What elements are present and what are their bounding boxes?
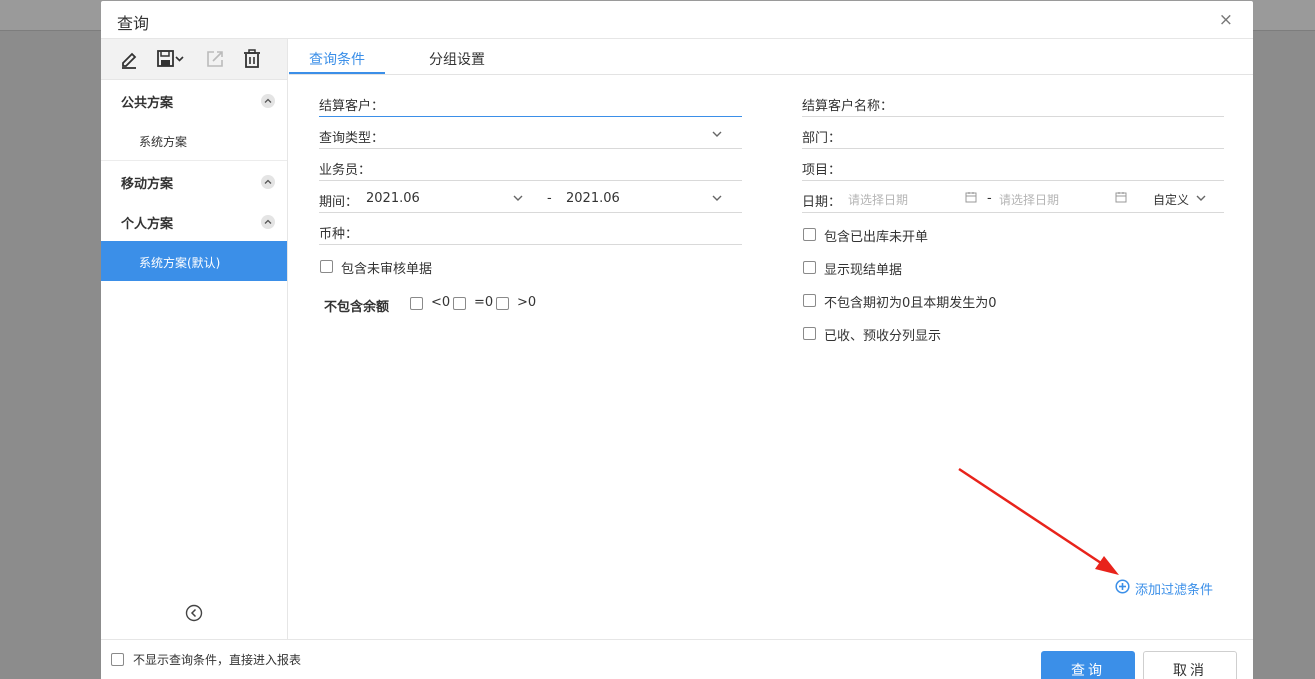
balance-gt0-checkbox[interactable] [496, 297, 509, 310]
group-mobile[interactable]: 移动方案 [101, 161, 287, 201]
period-to-select[interactable]: 2021.06 [566, 191, 620, 206]
dialog-footer: 不显示查询条件，直接进入报表 查询 取消 [101, 639, 1253, 679]
balance-eq0-checkbox[interactable] [453, 297, 466, 310]
show-cash-settled-checkbox[interactable] [803, 261, 816, 274]
scheme-item-label: 系统方案 [139, 135, 188, 149]
department-field[interactable]: 部门： [802, 119, 1224, 149]
scheme-item-system-default[interactable]: 系统方案(默认) [101, 241, 287, 281]
group-label: 移动方案 [121, 177, 174, 192]
chevron-up-icon[interactable] [261, 175, 275, 189]
checkbox-label: 包含未审核单据 [341, 262, 433, 277]
checkbox-label: >0 [517, 295, 537, 310]
edit-icon[interactable] [118, 49, 140, 69]
project-field[interactable]: 项目： [802, 151, 1224, 181]
close-icon[interactable]: × [1219, 10, 1233, 30]
scheme-item-system[interactable]: 系统方案 [101, 120, 287, 160]
checkbox-label: 已收、预收分列显示 [824, 329, 942, 344]
chevron-down-icon [712, 131, 722, 137]
tab-group-settings[interactable]: 分组设置 [429, 49, 485, 69]
salesperson-field[interactable]: 业务员： [319, 151, 742, 181]
group-personal[interactable]: 个人方案 [101, 201, 287, 241]
period-field: 期间： 2021.06 - 2021.06 [319, 183, 742, 213]
tab-query-conditions[interactable]: 查询条件 [309, 49, 365, 69]
date-to-input[interactable]: 请选择日期 [999, 191, 1059, 208]
split-received-prereceived-checkbox[interactable] [803, 327, 816, 340]
group-public[interactable]: 公共方案 [101, 80, 287, 120]
collapse-sidebar-icon[interactable] [185, 604, 203, 622]
exclude-zero-opening-checkbox[interactable] [803, 294, 816, 307]
date-separator: - [987, 191, 992, 206]
save-icon[interactable] [156, 49, 186, 69]
include-unaudited-checkbox[interactable] [320, 260, 333, 273]
checkbox-label: 不包含期初为0且本期发生为0 [824, 296, 997, 311]
chevron-down-icon [513, 195, 523, 201]
period-from-select[interactable]: 2021.06 [366, 191, 420, 206]
customer-field[interactable]: 结算客户： [319, 87, 742, 117]
add-filter-label: 添加过滤条件 [1135, 583, 1214, 598]
calendar-icon[interactable] [965, 191, 977, 203]
plus-circle-icon [1115, 579, 1130, 594]
date-from-input[interactable]: 请选择日期 [848, 191, 908, 208]
field-label: 日期： [802, 195, 842, 210]
calendar-icon[interactable] [1115, 191, 1127, 203]
query-dialog: 查询 × 公共方案 系统方案 移动方案 个人方案 系统方案(默认) 查询条件 分… [101, 1, 1253, 679]
exclude-balance-label: 不包含余额 [324, 300, 390, 315]
chevron-down-icon [712, 195, 722, 201]
currency-field[interactable]: 币种： [319, 215, 742, 245]
group-label: 公共方案 [121, 96, 174, 111]
field-label: 部门： [802, 131, 842, 146]
field-label: 结算客户名称： [802, 99, 894, 114]
active-tab-indicator [289, 72, 385, 74]
field-label: 期间： [319, 195, 359, 210]
scheme-item-label: 系统方案(默认) [139, 256, 221, 270]
checkbox-label: =0 [474, 295, 494, 310]
cancel-button[interactable]: 取消 [1143, 651, 1237, 679]
query-button[interactable]: 查询 [1041, 651, 1135, 679]
date-field: 日期： 请选择日期 - 请选择日期 自定义 [802, 183, 1224, 213]
customer-name-field[interactable]: 结算客户名称： [802, 87, 1224, 117]
field-label: 查询类型： [319, 131, 385, 146]
include-outbound-unbilled-checkbox[interactable] [803, 228, 816, 241]
date-mode-select[interactable]: 自定义 [1153, 191, 1189, 208]
checkbox-label: 包含已出库未开单 [824, 230, 929, 245]
tab-bar: 查询条件 分组设置 [289, 39, 1253, 75]
skip-query-checkbox[interactable] [111, 653, 124, 666]
checkbox-label: 显示现结单据 [824, 263, 903, 278]
delete-icon[interactable] [241, 49, 263, 69]
field-label: 业务员： [319, 163, 372, 178]
group-label: 个人方案 [121, 217, 174, 232]
field-label: 币种： [319, 227, 359, 242]
field-label: 结算客户： [319, 99, 385, 114]
balance-lt0-checkbox[interactable] [410, 297, 423, 310]
chevron-up-icon[interactable] [261, 94, 275, 108]
scheme-sidebar: 公共方案 系统方案 移动方案 个人方案 系统方案(默认) [101, 39, 288, 639]
chevron-down-icon [1196, 195, 1206, 201]
query-content: 查询条件 分组设置 结算客户： 查询类型： 业务员： 期间： 2021.06 -… [289, 39, 1253, 639]
dialog-header: 查询 × [101, 1, 1253, 39]
period-separator: - [547, 191, 552, 206]
dialog-title: 查询 [117, 14, 150, 33]
scheme-toolbar [101, 39, 287, 80]
field-label: 项目： [802, 163, 842, 178]
chevron-up-icon[interactable] [261, 215, 275, 229]
checkbox-label: 不显示查询条件，直接进入报表 [133, 653, 302, 667]
query-type-select[interactable]: 查询类型： [319, 119, 742, 149]
export-icon[interactable] [204, 49, 226, 69]
checkbox-label: <0 [431, 295, 451, 310]
